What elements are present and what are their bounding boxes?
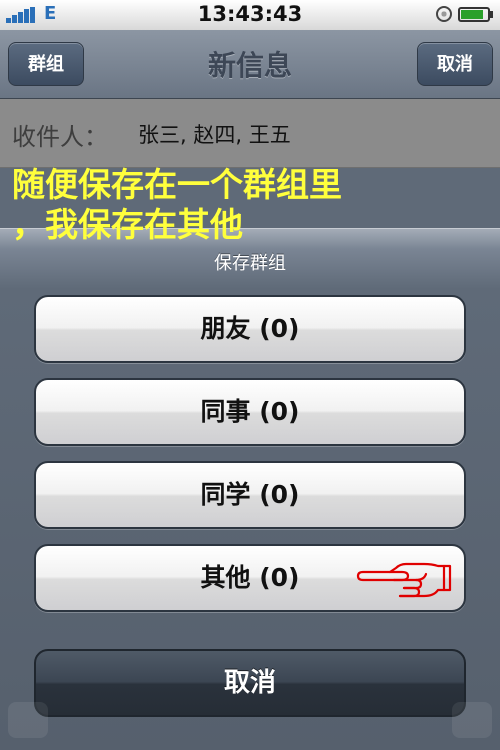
recipients-label: 收件人： bbox=[12, 123, 108, 151]
navigation-bar: 群组 新信息 取消 bbox=[0, 30, 500, 99]
option-label: 朋友 (0) bbox=[200, 314, 300, 343]
camera-icon bbox=[8, 702, 48, 738]
send-icon bbox=[452, 702, 492, 738]
save-group-action-sheet: 保存群组 朋友 (0) 同事 (0) 同学 (0) 其他 (0) 取消 bbox=[0, 228, 500, 750]
recipients-field[interactable]: 张三, 赵四, 王五 bbox=[138, 119, 291, 149]
group-option-friends[interactable]: 朋友 (0) bbox=[34, 295, 466, 363]
annotation-text: 随便保存在一个群组里 ，我保存在其他 bbox=[12, 165, 442, 245]
sheet-cancel-button[interactable]: 取消 bbox=[34, 649, 466, 717]
screen: E 13:43:43 群组 新信息 取消 收件人： 张三, 赵四, 王五 随便保… bbox=[0, 0, 500, 750]
nav-cancel-button[interactable]: 取消 bbox=[417, 42, 493, 86]
group-option-classmates[interactable]: 同学 (0) bbox=[34, 461, 466, 529]
status-bar: E 13:43:43 bbox=[0, 0, 500, 31]
group-option-other[interactable]: 其他 (0) bbox=[34, 544, 466, 612]
group-option-colleagues[interactable]: 同事 (0) bbox=[34, 378, 466, 446]
annotation-line-2: ，我保存在其他 bbox=[12, 205, 243, 244]
action-sheet-title: 保存群组 bbox=[214, 253, 286, 274]
battery-fill bbox=[461, 10, 483, 19]
orientation-lock-icon bbox=[436, 6, 452, 22]
option-label: 同学 (0) bbox=[200, 480, 300, 509]
option-label: 同事 (0) bbox=[200, 397, 300, 426]
option-label: 其他 (0) bbox=[200, 563, 300, 592]
annotation-line-1: 随便保存在一个群组里 bbox=[12, 165, 342, 204]
recipients-row[interactable]: 收件人： 张三, 赵四, 王五 bbox=[0, 99, 500, 168]
battery-tip bbox=[490, 11, 493, 18]
pointing-hand-icon bbox=[356, 562, 452, 598]
battery-icon bbox=[458, 7, 490, 22]
status-time: 13:43:43 bbox=[197, 2, 303, 26]
